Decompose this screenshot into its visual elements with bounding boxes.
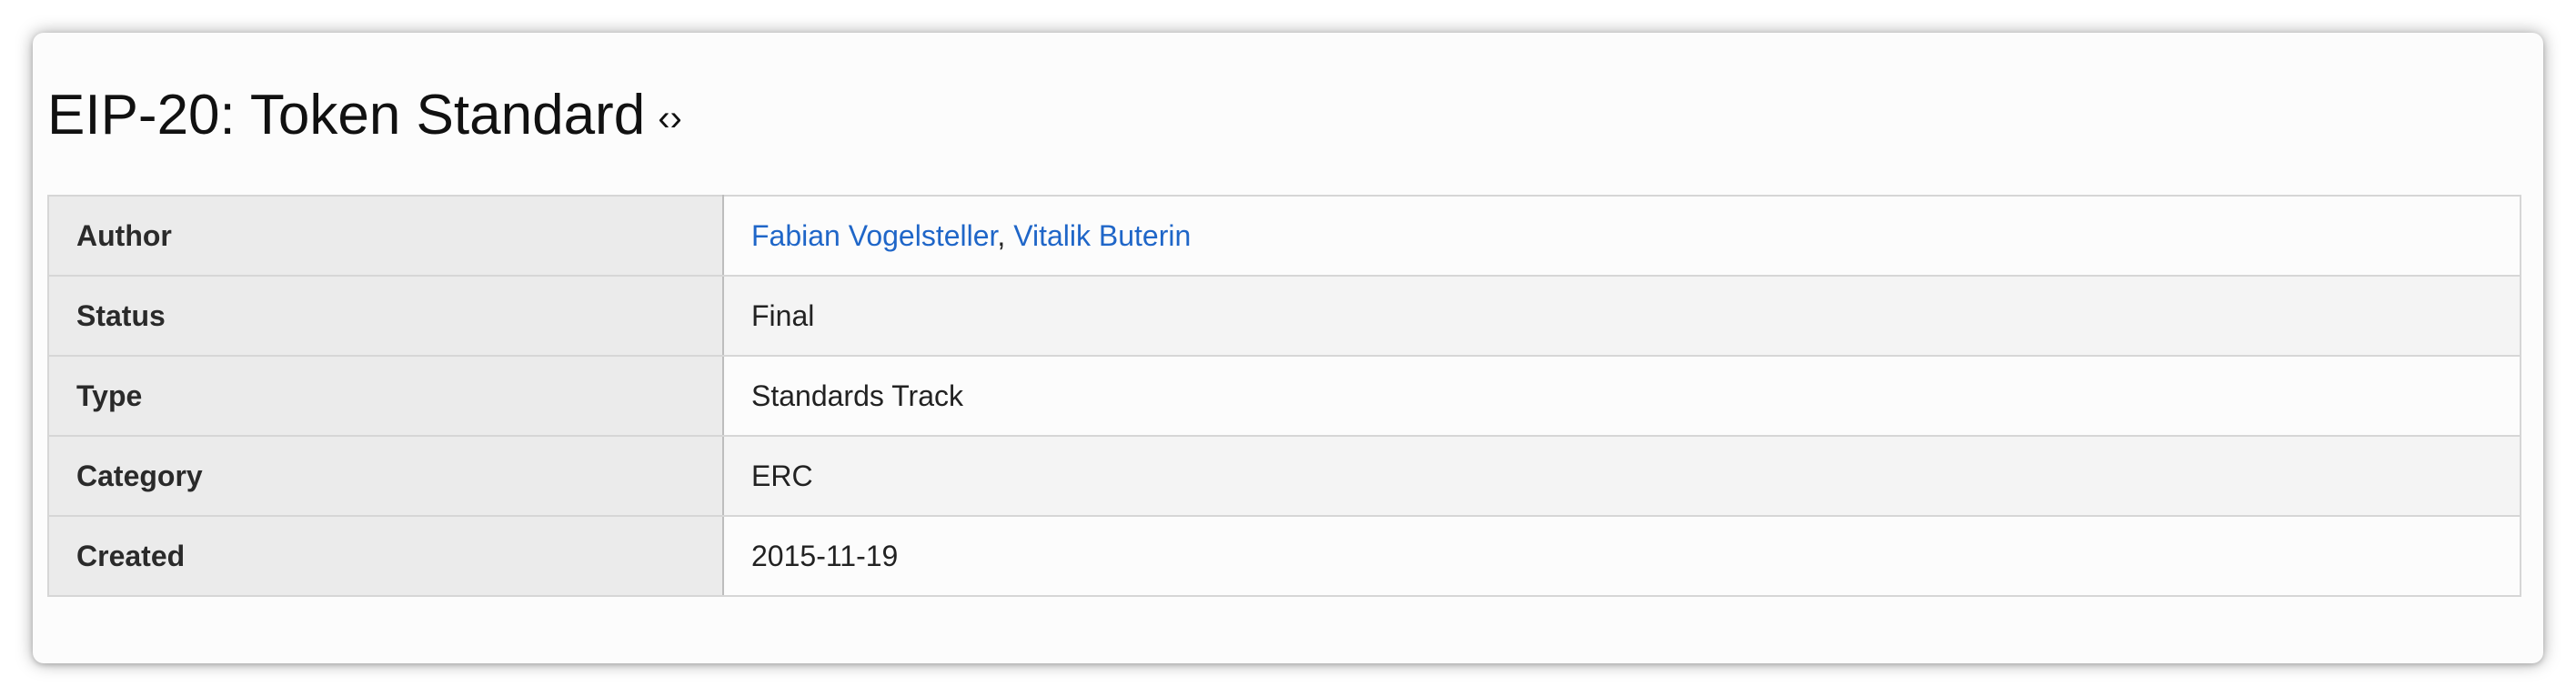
table-row: Status Final bbox=[47, 275, 2521, 357]
preamble-table: Author Fabian Vogelsteller, Vitalik Bute… bbox=[47, 195, 2521, 597]
document-window: EIP-20: Token Standard ‹› Author Fabian V… bbox=[33, 33, 2543, 663]
row-label-author: Author bbox=[47, 195, 724, 277]
author-separator: , bbox=[997, 218, 1006, 252]
type-value: Standards Track bbox=[722, 355, 2521, 437]
page-title-text: EIP-20: Token Standard bbox=[47, 84, 646, 146]
row-label-category: Category bbox=[47, 435, 724, 517]
status-value: Final bbox=[722, 275, 2521, 357]
row-label-created: Created bbox=[47, 515, 724, 597]
table-row: Author Fabian Vogelsteller, Vitalik Bute… bbox=[47, 195, 2521, 277]
table-row: Created 2015-11-19 bbox=[47, 515, 2521, 597]
author-list: Fabian Vogelsteller, Vitalik Buterin bbox=[722, 195, 2521, 277]
row-label-type: Type bbox=[47, 355, 724, 437]
page-title: EIP-20: Token Standard ‹› bbox=[47, 87, 682, 144]
author-link-fabian-vogelsteller[interactable]: Fabian Vogelsteller bbox=[751, 219, 997, 252]
table-row: Type Standards Track bbox=[47, 355, 2521, 437]
created-value: 2015-11-19 bbox=[722, 515, 2521, 597]
code-brackets-icon[interactable]: ‹› bbox=[658, 98, 682, 138]
category-value: ERC bbox=[722, 435, 2521, 517]
table-row: Category ERC bbox=[47, 435, 2521, 517]
row-label-status: Status bbox=[47, 275, 724, 357]
author-link-vitalik-buterin[interactable]: Vitalik Buterin bbox=[1013, 219, 1191, 252]
